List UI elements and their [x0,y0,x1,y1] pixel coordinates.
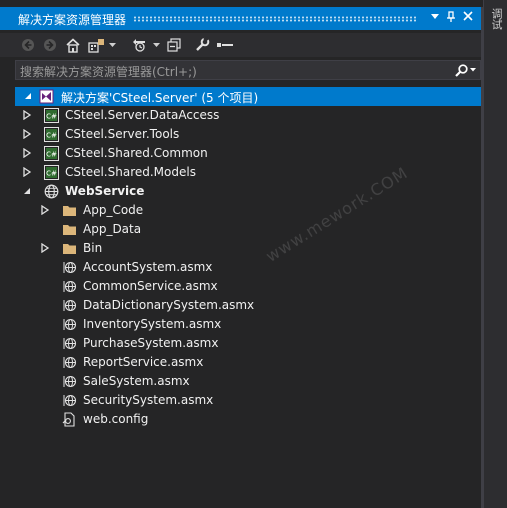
tree-label: SecuritySystem.asmx [83,393,214,407]
folder-icon [63,244,76,254]
tree-item-folder[interactable]: App_Data [0,220,483,239]
back-icon[interactable] [20,36,36,54]
close-icon[interactable] [461,11,475,25]
csharp-project-icon: C# [44,127,59,142]
tree-label: web.config [83,412,149,426]
folder-icon [63,206,76,216]
title-bar: 解决方案资源管理器 [0,7,483,30]
web-service-file-icon [63,261,77,274]
tree-label-solution: 解决方案'CSteel.Server' (5 个项目) [61,91,259,105]
tree-item-file[interactable]: DataDictionarySystem.asmx [0,296,483,315]
tree-item-webservice[interactable]: WebService [0,182,483,201]
chevron-down-icon [470,68,476,72]
tree-label: ReportService.asmx [83,355,204,369]
tree-label: InventorySystem.asmx [83,317,222,331]
tree-label: CSteel.Shared.Common [65,146,208,160]
tree-label: DataDictionarySystem.asmx [83,298,255,312]
pin-icon[interactable] [444,11,458,25]
search-box[interactable]: 搜索解决方案资源管理器(Ctrl+;) [15,60,481,80]
side-tab-strip: 调试 [483,0,507,508]
tree-item-folder[interactable]: App_Code [0,201,483,220]
csharp-project-icon: C# [44,108,59,123]
web-service-file-icon [63,337,77,350]
tree-label: App_Code [83,203,144,217]
tree-item-project[interactable]: C# CSteel.Server.Tools [0,125,483,144]
tree-label: App_Data [83,222,142,236]
panel-title: 解决方案资源管理器 [18,13,127,27]
dropdown-icon[interactable] [108,36,116,54]
globe-icon [44,184,59,199]
expanded-arrow-icon [24,188,30,194]
solution-explorer-panel: 解决方案资源管理器 搜索解决方案资源管理器(Ctrl+;) 解决方案'CStee… [0,0,483,508]
home-icon[interactable] [64,36,82,54]
tree-item-file[interactable]: SaleSystem.asmx [0,372,483,391]
tree-item-file[interactable]: InventorySystem.asmx [0,315,483,334]
tree-label: Bin [83,241,103,255]
collapsed-arrow-icon [23,167,32,177]
collapse-all-icon[interactable] [166,36,182,54]
expanded-arrow-icon [25,93,31,99]
web-service-file-icon [63,299,77,312]
tree-item-project[interactable]: C# CSteel.Shared.Common [0,144,483,163]
csharp-project-icon: C# [44,165,59,180]
tree-item-folder[interactable]: Bin [0,239,483,258]
tree-label: CSteel.Server.Tools [65,127,180,141]
folder-icon [63,225,76,235]
solution-icon [39,89,54,104]
drag-grip[interactable] [133,16,417,22]
search-input[interactable]: 搜索解决方案资源管理器(Ctrl+;) [20,63,197,80]
tree-label: CommonService.asmx [83,279,218,293]
csharp-project-icon: C# [44,146,59,161]
svg-text:C#: C# [46,170,57,178]
collapsed-arrow-icon [23,148,32,158]
tree-label: CSteel.Shared.Models [65,165,196,179]
dropdown-icon[interactable] [152,36,160,54]
tree-item-project[interactable]: C# CSteel.Server.DataAccess [0,106,483,125]
tree-item-solution[interactable]: 解决方案'CSteel.Server' (5 个项目) [15,87,481,106]
tree-item-file[interactable]: ReportService.asmx [0,353,483,372]
collapsed-arrow-icon [23,129,32,139]
svg-text:C#: C# [46,132,57,140]
properties-icon[interactable] [193,36,211,54]
tree-item-file[interactable]: PurchaseSystem.asmx [0,334,483,353]
tree-item-file[interactable]: CommonService.asmx [0,277,483,296]
web-service-file-icon [63,375,77,388]
tree-label-webservice: WebService [65,184,145,198]
tree-item-config[interactable]: web.config [0,410,483,429]
svg-text:C#: C# [46,151,57,159]
web-service-file-icon [63,394,77,407]
tree-label: PurchaseSystem.asmx [83,336,219,350]
tree-label: SaleSystem.asmx [83,374,190,388]
search-options[interactable] [455,63,476,77]
collapsed-arrow-icon [41,243,50,253]
collapsed-arrow-icon [23,110,32,120]
dropdown-arrow-icon[interactable] [428,11,442,25]
preview-icon[interactable] [216,36,234,54]
forward-icon[interactable] [42,36,58,54]
collapsed-arrow-icon [41,205,50,215]
search-icon [455,63,468,77]
debug-side-tab[interactable]: 调试 [489,8,503,30]
web-service-file-icon [63,318,77,331]
tree-label: AccountSystem.asmx [83,260,213,274]
toolbar [0,33,483,57]
tree-label: CSteel.Server.DataAccess [65,108,220,122]
tree-item-file[interactable]: AccountSystem.asmx [0,258,483,277]
web-service-file-icon [63,280,77,293]
svg-text:C#: C# [46,113,57,121]
switch-views-icon[interactable] [87,36,105,54]
tree-item-file[interactable]: SecuritySystem.asmx [0,391,483,410]
web-service-file-icon [63,356,77,369]
pending-changes-filter-icon[interactable] [129,36,151,54]
config-file-icon [62,412,75,427]
